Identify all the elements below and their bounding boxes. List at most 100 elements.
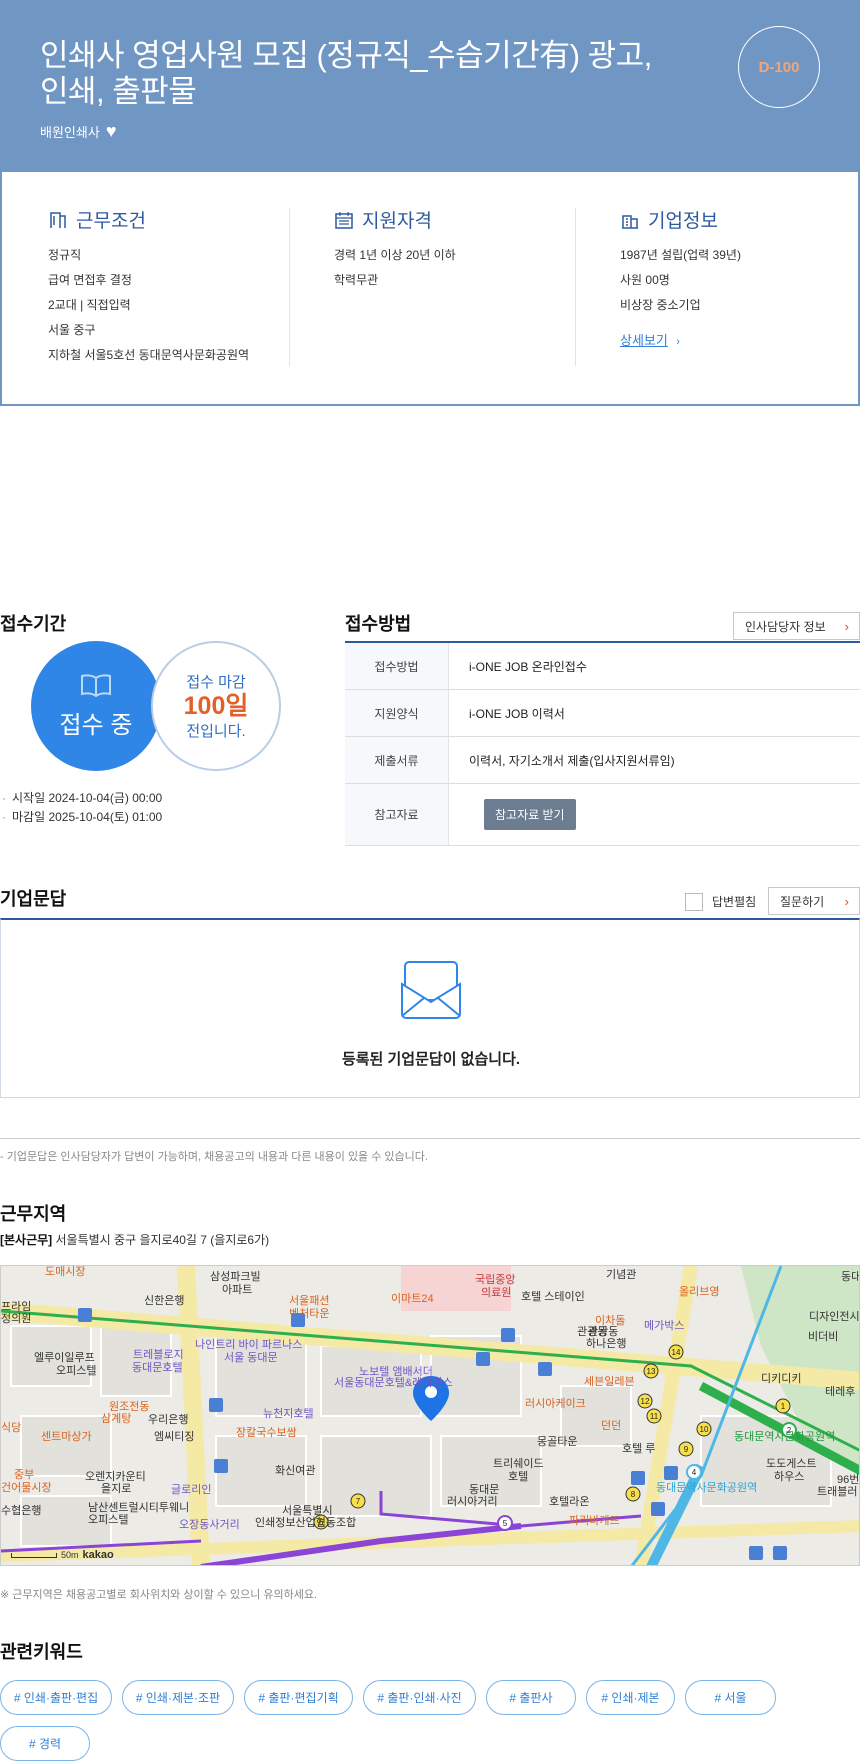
map-note: ※ 근무지역은 채용공고별로 회사위치와 상이할 수 있으니 유의하세요.	[0, 1589, 318, 1601]
row-value: 참고자료 받기	[449, 784, 860, 845]
open-book-icon	[81, 673, 111, 697]
map-place: 정의원	[1, 1313, 32, 1325]
start-date: 시작일 2024-10-04(금) 00:00	[2, 789, 162, 808]
map-place: 수협은행	[1, 1505, 42, 1517]
row-label: 제출서류	[345, 737, 449, 783]
map-place: 의료원	[481, 1287, 512, 1299]
hr-info-label: 인사담당자 정보	[745, 619, 826, 634]
map-place: 센트마상가	[41, 1431, 92, 1443]
map-place: 세븐일레븐	[584, 1376, 635, 1388]
row-value: 이력서, 자기소개서 제출(입사지원서류임)	[469, 753, 675, 768]
method-title: 접수방법	[345, 614, 412, 634]
end-date: 마감일 2025-10-04(토) 01:00	[2, 808, 162, 827]
map-place: 식당	[1, 1422, 22, 1434]
work-conditions: 근무조건 정규직 급여 면접후 결정 2교대 | 직접입력 서울 중구 지하철 …	[48, 206, 249, 368]
map-place: 하우스	[774, 1471, 805, 1483]
scale-label: 50m	[61, 1550, 79, 1560]
map-place: 을지로	[101, 1483, 132, 1495]
map-route-number: 14	[672, 1348, 681, 1357]
map-place: 기념관	[606, 1269, 637, 1281]
keyword-chip[interactable]: # 출판·인쇄·사진	[363, 1680, 476, 1715]
map-place: 이마트24	[391, 1293, 434, 1305]
keyword-chip[interactable]: # 경력	[0, 1726, 90, 1761]
company-info-item: 사원 00명	[620, 273, 670, 287]
ask-question-label: 질문하기	[780, 894, 825, 909]
envelope-icon	[401, 961, 461, 1019]
map-place: 동대	[841, 1271, 860, 1283]
company-name-label: 배원인쇄사	[40, 125, 100, 140]
row-value: i-ONE JOB 이력서	[469, 706, 565, 721]
map-place: 오피스텔	[56, 1365, 97, 1377]
map-place: 벤처타운	[289, 1308, 330, 1320]
keyword-chip[interactable]: # 인쇄·출판·편집	[0, 1680, 112, 1715]
map-place: 화신여관	[275, 1465, 316, 1477]
map-place: 올리브영	[679, 1286, 720, 1298]
map-place: 몽골타운	[537, 1436, 578, 1448]
kakao-logo: kakao	[82, 1549, 114, 1561]
map-place: 삼계탕	[101, 1413, 132, 1425]
map-route-number: 9	[684, 1445, 689, 1454]
qa-title: 기업문답	[0, 889, 67, 909]
job-title: 인쇄사 영업사원 모집 (정규직_수습기간有) 광고, 인쇄, 출판물	[40, 38, 652, 109]
divider	[289, 208, 290, 366]
keyword-chip[interactable]: # 출판·편집기획	[244, 1680, 353, 1715]
map-route-number: 1	[781, 1402, 786, 1411]
download-reference-button[interactable]: 참고자료 받기	[484, 799, 576, 830]
keyword-chip[interactable]: # 서울	[685, 1680, 776, 1715]
period-title: 접수기간	[0, 614, 67, 634]
company-info: 기업정보 1987년 설립(업력 39년) 사원 00명 비상장 중소기업 상세…	[620, 206, 741, 350]
condition-item: 지하철 서울5호선 동대문역사문화공원역	[48, 348, 250, 362]
qualifications: 지원자격 경력 1년 이상 20년 이하 학력무관	[334, 206, 456, 293]
map-place: 호텔라온	[549, 1496, 590, 1508]
heart-icon[interactable]: ♥	[106, 122, 117, 140]
map-route-number: 11	[650, 1412, 659, 1421]
row-value: i-ONE JOB 온라인접수	[469, 659, 587, 674]
map-place: 뉴천지호텔	[263, 1408, 314, 1420]
map-place: 관광동	[577, 1326, 608, 1338]
hr-info-button[interactable]: 인사담당자 정보 ›	[733, 612, 860, 640]
map-place: 디자인전시관	[809, 1311, 860, 1323]
condition-item: 정규직	[48, 248, 82, 262]
company-info-title: 기업정보	[648, 211, 718, 232]
condition-item: 서울 중구	[48, 323, 96, 337]
qa-note: - 기업문답은 인사담당자가 답변이 가능하며, 채용공고의 내용과 다른 내용…	[0, 1151, 428, 1163]
divider	[575, 208, 576, 366]
table-row: 접수방법 i-ONE JOB 온라인접수	[345, 643, 860, 690]
expand-answers-checkbox[interactable]	[685, 893, 703, 911]
map-place: 호텔	[508, 1471, 529, 1483]
row-label: 접수방법	[345, 643, 449, 689]
map-place: 장칼국수보쌈	[236, 1427, 297, 1439]
company-name[interactable]: 배원인쇄사 ♥	[40, 122, 117, 141]
address-tag: [본사근무]	[0, 1233, 53, 1247]
status-circle: 접수 중	[31, 641, 161, 771]
map-place: 던던	[601, 1420, 622, 1432]
scale-bar	[11, 1552, 57, 1558]
map-place: 서울 동대문	[224, 1352, 278, 1364]
chevron-right-icon: ›	[676, 336, 680, 348]
company-info-item: 1987년 설립(업력 39년)	[620, 248, 741, 262]
keyword-chip[interactable]: # 인쇄·제본	[586, 1680, 675, 1715]
location-map[interactable]: 14 13 12 11 10 9 1 8 7 6 2 4 5 도매시장 삼성파크빌 아파트 국립중앙 의…	[0, 1265, 860, 1566]
map-place: 파리바게뜨	[569, 1515, 620, 1527]
map-place: 디키디키	[761, 1373, 802, 1385]
map-route-number: 12	[641, 1397, 650, 1406]
map-route-number: 4	[692, 1468, 697, 1477]
map-place: 비더비	[808, 1331, 839, 1343]
deadline-days: 100일	[183, 692, 249, 720]
ask-question-button[interactable]: 질문하기 ›	[768, 887, 860, 915]
keyword-chip[interactable]: # 출판사	[486, 1680, 576, 1715]
map-place: 동대문호텔	[132, 1362, 183, 1374]
map-place: 신한은행	[144, 1295, 185, 1307]
expand-answers-label: 답변펼침	[712, 895, 757, 909]
keyword-chip[interactable]: # 인쇄·제본·조판	[122, 1680, 234, 1715]
map-place: 건어물시장	[1, 1482, 52, 1494]
status-text: 접수 중	[59, 711, 133, 739]
map-place: 인쇄정보산업협동조합	[255, 1517, 357, 1529]
map-route-number: 8	[631, 1490, 636, 1499]
map-route-number: 7	[356, 1497, 361, 1506]
qa-empty-message: 등록된 기업문답이 없습니다.	[341, 1051, 521, 1068]
company-detail-link[interactable]: 상세보기	[620, 330, 668, 349]
deadline-suffix: 전입니다.	[186, 723, 246, 740]
map-route-number: 10	[700, 1425, 709, 1434]
map-place: 러시아케이크	[525, 1398, 586, 1410]
